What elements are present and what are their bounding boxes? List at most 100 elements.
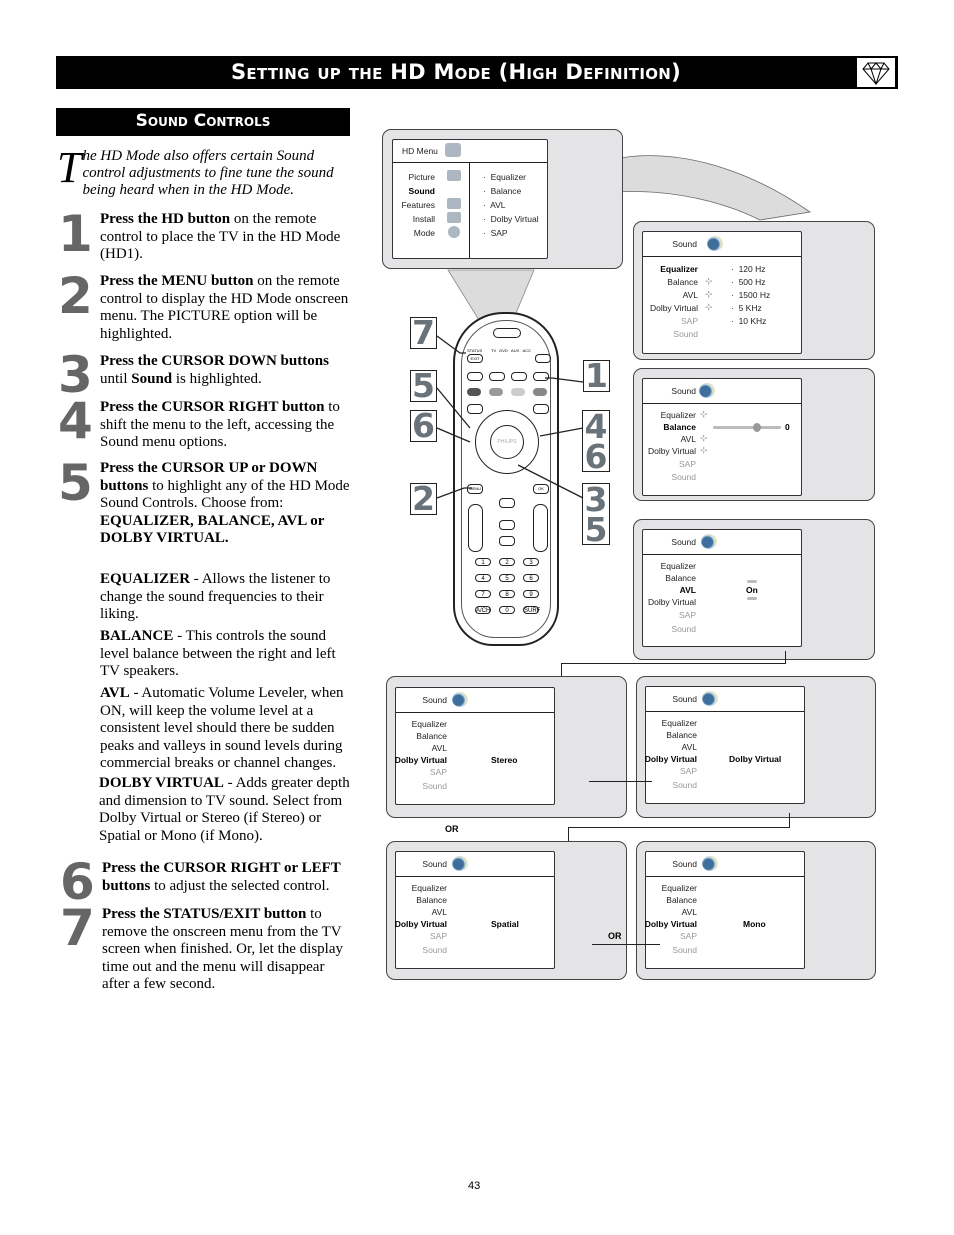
menu-item-sap[interactable]: SAP <box>430 767 447 777</box>
page-title-bar: Setting up the HD Mode (High Definition) <box>56 56 898 89</box>
desc-dolby-virtual: DOLBY VIRTUAL - Adds greater depth and d… <box>99 775 357 845</box>
adjust-icon: ⊹ <box>705 302 713 312</box>
menu-item-dolby-virtual[interactable]: Dolby Virtual <box>648 597 696 607</box>
digit-button[interactable]: 3 <box>523 558 539 566</box>
menu-item-sap[interactable]: SAP <box>680 766 697 776</box>
hd-menu-item-mode[interactable]: Mode <box>414 228 435 238</box>
submenu-item: · AVL <box>483 200 506 210</box>
menu-item-sound[interactable]: Sound <box>671 624 696 634</box>
menu-item-avl[interactable]: AVL <box>683 290 698 300</box>
dolby-virtual-screen: Sound Equalizer Balance AVL Dolby Virtua… <box>645 686 805 804</box>
menu-item-avl[interactable]: AVL <box>682 742 697 752</box>
menu-item-balance[interactable]: Balance <box>416 731 447 741</box>
menu-item-equalizer[interactable]: Equalizer <box>412 719 447 729</box>
volume-rocker[interactable] <box>468 504 483 552</box>
menu-item-avl[interactable]: AVL <box>432 743 447 753</box>
channel-rocker[interactable] <box>533 504 548 552</box>
digit-button[interactable]: 2 <box>499 558 515 566</box>
menu-item-avl[interactable]: AVL <box>432 907 447 917</box>
digit-button[interactable]: 0 <box>499 606 515 614</box>
speaker-icon <box>701 534 717 549</box>
mode-icon <box>448 226 460 238</box>
menu-item-sound[interactable]: Sound <box>672 945 697 955</box>
avl-value: On <box>746 585 758 595</box>
menu-item-dolby-virtual[interactable]: Dolby Virtual <box>645 754 697 764</box>
menu-item-sap[interactable]: SAP <box>680 931 697 941</box>
menu-item-dolby-virtual[interactable]: Dolby Virtual <box>648 446 696 456</box>
digit-button[interactable]: 6 <box>523 574 539 582</box>
speaker-icon <box>702 856 718 871</box>
menu-item-sound[interactable]: Sound <box>422 945 447 955</box>
step-number: 4 <box>58 392 93 450</box>
balance-slider-track[interactable] <box>713 426 781 429</box>
menu-item-balance[interactable]: Balance <box>666 730 697 740</box>
menu-item-equalizer[interactable]: Equalizer <box>662 718 697 728</box>
menu-item-sound[interactable]: Sound <box>671 472 696 482</box>
eq-band[interactable]: · 120 Hz <box>731 264 766 274</box>
digit-button[interactable]: 1 <box>475 558 491 566</box>
eq-band[interactable]: · 500 Hz <box>731 277 766 287</box>
menu-item-balance[interactable]: Balance <box>665 573 696 583</box>
step-bold: Press the STATUS/EXIT button <box>102 906 307 922</box>
menu-item-dolby-virtual[interactable]: Dolby Virtual <box>645 919 697 929</box>
menu-item-balance[interactable]: Balance <box>667 277 698 287</box>
digit-button[interactable]: 7 <box>475 590 491 598</box>
hd-menu-item-sound[interactable]: Sound <box>409 186 435 196</box>
eq-band[interactable]: · 5 KHz <box>731 303 762 313</box>
menu-item-avl[interactable]: AVL <box>681 434 696 444</box>
digit-button[interactable]: 8 <box>499 590 515 598</box>
menu-item-dolby-virtual[interactable]: Dolby Virtual <box>650 303 698 313</box>
or-label: OR <box>608 931 622 941</box>
digit-button[interactable]: SURF <box>523 606 540 614</box>
picture-button[interactable] <box>499 536 515 546</box>
sound-menu-header: Sound <box>396 688 554 713</box>
sound-menu-header: Sound <box>643 379 801 404</box>
menu-item-sap[interactable]: SAP <box>430 931 447 941</box>
diamond-icon <box>856 57 896 88</box>
desc-avl: AVL - Automatic Volume Leveler, when ON,… <box>100 685 352 773</box>
menu-item-balance[interactable]: Balance <box>666 895 697 905</box>
menu-item-sap[interactable]: SAP <box>679 610 696 620</box>
digit-button[interactable]: 4 <box>475 574 491 582</box>
menu-item-equalizer[interactable]: Equalizer <box>661 561 696 571</box>
step-bold: Press the CURSOR RIGHT button <box>100 399 325 415</box>
connector-line <box>589 781 652 782</box>
menu-item-balance[interactable]: Balance <box>416 895 447 905</box>
menu-item-avl[interactable]: AVL <box>680 585 696 595</box>
submenu-item: · Dolby Virtual <box>483 214 539 224</box>
connector-line <box>592 944 660 945</box>
desc-term: DOLBY VIRTUAL <box>99 775 224 791</box>
adjust-icon: ⊹ <box>705 289 713 299</box>
connector-line <box>568 827 790 828</box>
picture-icon <box>447 170 461 181</box>
hd-menu-item-features[interactable]: Features <box>401 200 435 210</box>
menu-item-avl[interactable]: AVL <box>682 907 697 917</box>
menu-item-dolby-virtual[interactable]: Dolby Virtual <box>395 755 447 765</box>
digit-button[interactable]: 9 <box>523 590 539 598</box>
submenu-item: · SAP <box>483 228 508 238</box>
menu-item-sound[interactable]: Sound <box>672 780 697 790</box>
menu-item-equalizer[interactable]: Equalizer <box>661 410 696 420</box>
speaker-icon <box>699 383 715 398</box>
sound-button[interactable] <box>499 520 515 530</box>
menu-item-sound[interactable]: Sound <box>673 329 698 339</box>
desc-balance: BALANCE - This controls the sound level … <box>100 628 352 681</box>
menu-item-dolby-virtual[interactable]: Dolby Virtual <box>395 919 447 929</box>
balance-slider-handle[interactable] <box>753 423 761 432</box>
hd-menu-item-install[interactable]: Install <box>413 214 435 224</box>
menu-item-sound[interactable]: Sound <box>422 781 447 791</box>
menu-item-balance[interactable]: Balance <box>663 422 696 432</box>
menu-item-sap[interactable]: SAP <box>679 459 696 469</box>
digit-button[interactable]: 5 <box>499 574 515 582</box>
hd-menu-item-picture[interactable]: Picture <box>409 172 435 182</box>
menu-item-equalizer[interactable]: Equalizer <box>412 883 447 893</box>
dolby-value: Spatial <box>491 919 519 929</box>
intro-paragraph: The HD Mode also offers certain Sound co… <box>57 146 353 199</box>
eq-band[interactable]: · 10 KHz <box>731 316 766 326</box>
menu-item-sap[interactable]: SAP <box>681 316 698 326</box>
menu-item-equalizer[interactable]: Equalizer <box>660 264 698 274</box>
menu-item-equalizer[interactable]: Equalizer <box>662 883 697 893</box>
speaker-icon <box>452 856 468 871</box>
digit-button[interactable]: A/CH <box>475 606 491 614</box>
eq-band[interactable]: · 1500 Hz <box>731 290 770 300</box>
